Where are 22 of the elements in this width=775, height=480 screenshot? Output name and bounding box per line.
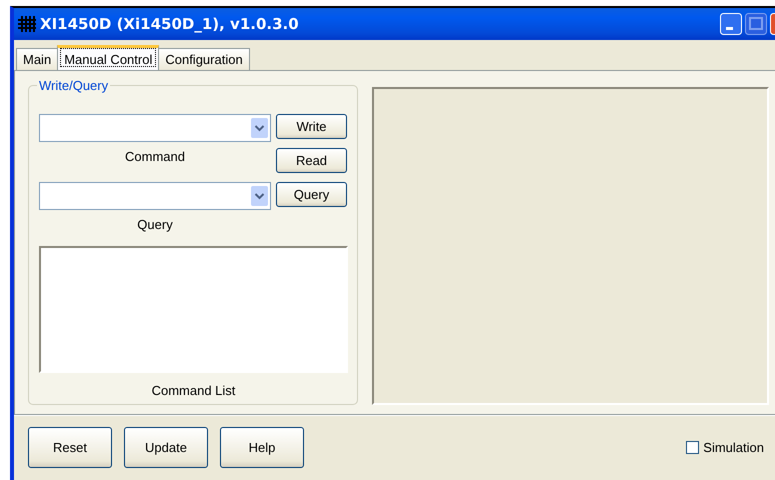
group-title: Write/Query — [37, 78, 110, 93]
window-title: XI1450D (Xi1450D_1), v1.0.3.0 — [40, 15, 299, 33]
tab[interactable]: Manual Control — [57, 45, 160, 70]
write-button[interactable]: Write — [276, 114, 347, 139]
tab[interactable]: Main — [16, 48, 58, 70]
query-label: Query — [136, 216, 174, 234]
simulation-checkbox[interactable] — [686, 441, 700, 454]
query-dropdown[interactable] — [39, 182, 271, 210]
command-list-label: Command List — [150, 382, 236, 398]
command-list[interactable] — [39, 246, 348, 373]
command-dropdown[interactable] — [39, 114, 271, 142]
help-button[interactable]: Help — [220, 427, 304, 468]
command-label: Command — [124, 148, 186, 166]
simulation-label: Simulation — [703, 440, 764, 455]
tab[interactable]: Configuration — [158, 48, 250, 70]
reset-button[interactable]: Reset — [28, 427, 112, 468]
app-grid-icon — [18, 16, 36, 32]
read-button[interactable]: Read — [276, 148, 347, 173]
maximize-button[interactable] — [745, 13, 767, 35]
update-button[interactable]: Update — [124, 427, 208, 468]
minimize-button[interactable] — [720, 13, 742, 35]
query-button[interactable]: Query — [276, 182, 347, 207]
